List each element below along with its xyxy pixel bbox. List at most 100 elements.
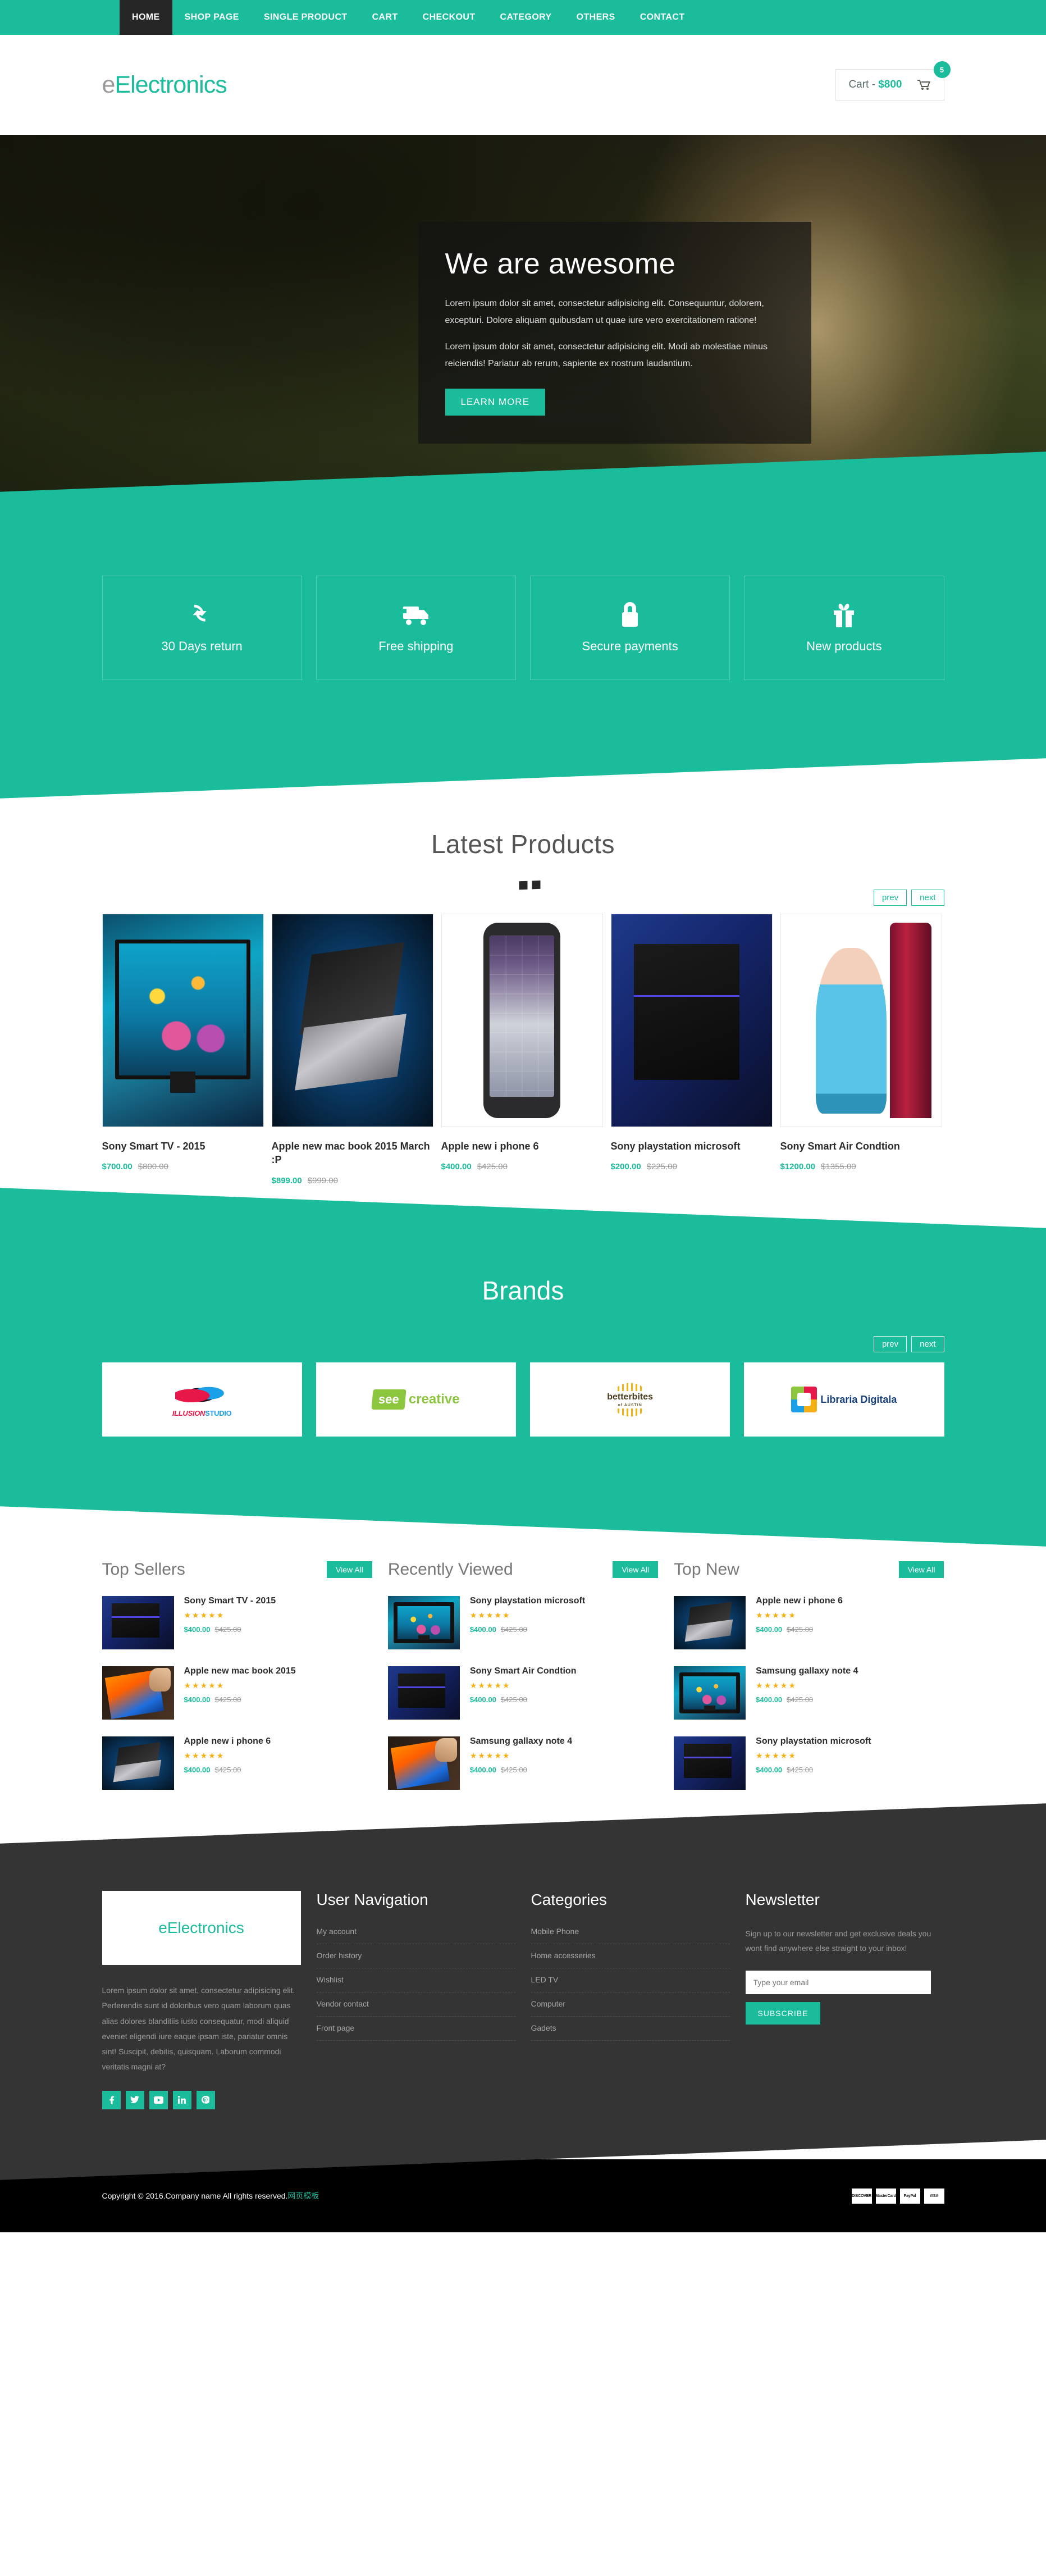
product-image[interactable] — [102, 914, 264, 1127]
list-column-title: Top Sellers — [102, 1560, 185, 1579]
linkedin-icon[interactable] — [172, 2090, 191, 2109]
refresh-cycle-icon — [108, 598, 296, 632]
product-card[interactable]: Sony Smart TV - 2015 $700.00 $800.00 — [102, 914, 264, 1171]
footer-category-link[interactable]: Gadets — [531, 2016, 730, 2041]
feature-secure-payments[interactable]: Secure payments — [530, 576, 730, 680]
nav-item-home[interactable]: HOME — [120, 0, 172, 35]
list-item[interactable]: Sony Smart TV - 2015 ★★★★★ $400.00 $425.00 — [102, 1595, 372, 1649]
view-all-button[interactable]: View All — [898, 1561, 944, 1578]
footer-nav-link[interactable]: Wishlist — [316, 1968, 515, 1993]
list-item[interactable]: Samsung gallaxy note 4 ★★★★★ $400.00 $425.0… — [387, 1736, 658, 1790]
footer-nav-link[interactable]: Vendor contact — [316, 1992, 515, 2017]
rating-stars: ★★★★★ — [756, 1680, 797, 1690]
list-item-image[interactable] — [102, 1666, 174, 1720]
product-name: Sony Smart Air Condtion — [780, 1141, 900, 1152]
nav-item-shop-page[interactable]: SHOP PAGE — [172, 0, 252, 35]
list-item[interactable]: Sony Smart Air Condtion ★★★★★ $400.00 $425.… — [387, 1666, 658, 1720]
view-all-button[interactable]: View All — [613, 1561, 659, 1578]
footer-nav-link[interactable]: Order history — [316, 1944, 515, 1968]
feature-free-shipping[interactable]: Free shipping — [316, 576, 516, 680]
slider-dot-3[interactable] — [532, 880, 540, 890]
feature-30-days-return[interactable]: 30 Days return — [102, 576, 302, 680]
list-item[interactable]: Apple new i phone 6 ★★★★★ $400.00 $425.00 — [674, 1595, 944, 1649]
brands-row: ILLUSIONSTUDIO see creative betterbites of A… — [102, 1362, 944, 1437]
product-image[interactable] — [780, 914, 942, 1127]
rating-stars: ★★★★★ — [184, 1750, 225, 1760]
brands-prev-button[interactable]: prev — [873, 1335, 907, 1352]
list-item-image[interactable] — [674, 1666, 746, 1720]
lock-icon — [536, 598, 724, 632]
slider-dot-1[interactable] — [506, 881, 514, 891]
product-image[interactable] — [441, 914, 603, 1127]
list-item-image[interactable] — [674, 1736, 746, 1790]
footer-user-navigation-title: User Navigation — [316, 1890, 428, 1908]
footer-category-link[interactable]: Computer — [531, 1992, 730, 2017]
view-all-button[interactable]: View All — [327, 1561, 372, 1578]
list-item[interactable]: Sony playstation microsoft ★★★★★ $400.00 $4… — [674, 1736, 944, 1790]
cart-label-text: Cart - — [848, 79, 879, 90]
brands-next-button[interactable]: next — [911, 1335, 944, 1352]
nav-item-single-product[interactable]: SINGLE PRODUCT — [252, 0, 360, 35]
product-image[interactable] — [271, 914, 433, 1127]
list-item-old-price: $425.00 — [214, 1695, 241, 1704]
latest-next-button[interactable]: next — [911, 890, 944, 906]
twitter-icon[interactable] — [125, 2090, 144, 2109]
product-old-price: $999.00 — [307, 1175, 338, 1186]
footer-logo: e Electronics — [102, 1890, 301, 1965]
list-item-image[interactable] — [674, 1595, 746, 1649]
gift-icon — [750, 598, 938, 632]
feature-new-products[interactable]: New products — [744, 576, 944, 680]
list-item-image[interactable] — [387, 1736, 460, 1790]
brand-libraria-digitala-logo[interactable]: Libraria Digitala — [744, 1362, 944, 1437]
hero-slider-dots[interactable] — [506, 880, 540, 891]
product-card[interactable]: Sony playstation microsoft $200.00 $225.00 — [610, 914, 773, 1171]
rating-stars: ★★★★★ — [756, 1610, 797, 1620]
site-logo[interactable]: eElectronics — [102, 71, 227, 99]
copyright-link[interactable]: 网页模板 — [287, 2191, 319, 2200]
pinterest-icon[interactable] — [196, 2090, 215, 2109]
facebook-icon[interactable] — [102, 2090, 121, 2109]
nav-item-contact[interactable]: CONTACT — [628, 0, 697, 35]
product-card[interactable]: Apple new mac book 2015 March :P $899.00 $… — [271, 914, 433, 1186]
list-item-image[interactable] — [387, 1595, 460, 1649]
latest-prev-button[interactable]: prev — [873, 890, 907, 906]
nav-item-checkout[interactable]: CHECKOUT — [410, 0, 488, 35]
youtube-icon[interactable] — [149, 2090, 168, 2109]
footer-nav-link[interactable]: Front page — [316, 2016, 515, 2041]
product-image[interactable] — [610, 914, 773, 1127]
list-item[interactable]: Samsung gallaxy note 4 ★★★★★ $400.00 $425.0… — [674, 1666, 944, 1720]
nav-item-cart[interactable]: CART — [360, 0, 410, 35]
list-item-info: Apple new i phone 6 ★★★★★ $400.00 $425.00 — [184, 1736, 271, 1790]
footer-category-link[interactable]: Home accesseries — [531, 1944, 730, 1968]
nav-item-category[interactable]: CATEGORY — [488, 0, 564, 35]
list-column-top-sellers: Top Sellers View All Sony Smart TV - 2015 ★… — [102, 1560, 372, 1807]
learn-more-button[interactable]: LEARN MORE — [445, 389, 545, 416]
features-row: 30 Days return Free shipping Secure paymen… — [102, 576, 944, 680]
brand-betterbites-logo[interactable]: betterbites of AUSTIN — [530, 1362, 730, 1437]
list-item-name: Sony Smart TV - 2015 — [184, 1595, 276, 1606]
nav-item-others[interactable]: OTHERS — [564, 0, 628, 35]
footer-category-link[interactable]: LED TV — [531, 1968, 730, 1993]
rating-stars: ★★★★★ — [469, 1610, 511, 1620]
list-item-image[interactable] — [387, 1666, 460, 1720]
brand-illusion-studio-logo[interactable]: ILLUSIONSTUDIO — [102, 1362, 302, 1437]
list-item-name: Sony playstation microsoft — [756, 1736, 871, 1746]
product-card[interactable]: Apple new i phone 6 $400.00 $425.00 — [441, 914, 603, 1171]
subscribe-button[interactable]: SUBSCRIBE — [745, 2001, 821, 2025]
list-item[interactable]: Sony playstation microsoft ★★★★★ $400.00 $4… — [387, 1595, 658, 1649]
list-item-name: Apple new i phone 6 — [756, 1595, 843, 1606]
payment-discover-icon: DISCOVER — [851, 2188, 872, 2204]
cart-button[interactable]: Cart - $800 5 — [835, 61, 951, 101]
footer-category-link[interactable]: Mobile Phone — [531, 1926, 730, 1944]
product-card[interactable]: Sony Smart Air Condtion $1200.00 $1355.00 — [780, 914, 942, 1171]
list-item-image[interactable] — [102, 1595, 174, 1649]
list-item-image[interactable] — [102, 1736, 174, 1790]
footer-nav-link[interactable]: My account — [316, 1926, 515, 1944]
hero-paragraph-2: Lorem ipsum dolor sit amet, consectetur … — [445, 342, 768, 368]
newsletter-email-input[interactable] — [745, 1970, 931, 1994]
slider-dot-2[interactable] — [519, 881, 527, 890]
list-item[interactable]: Apple new i phone 6 ★★★★★ $400.00 $425.00 — [102, 1736, 372, 1790]
product-prices: $400.00 $425.00 — [441, 1162, 603, 1171]
list-item[interactable]: Apple new mac book 2015 ★★★★★ $400.00 $425.… — [102, 1666, 372, 1720]
brand-see-creative-logo[interactable]: see creative — [316, 1362, 516, 1437]
